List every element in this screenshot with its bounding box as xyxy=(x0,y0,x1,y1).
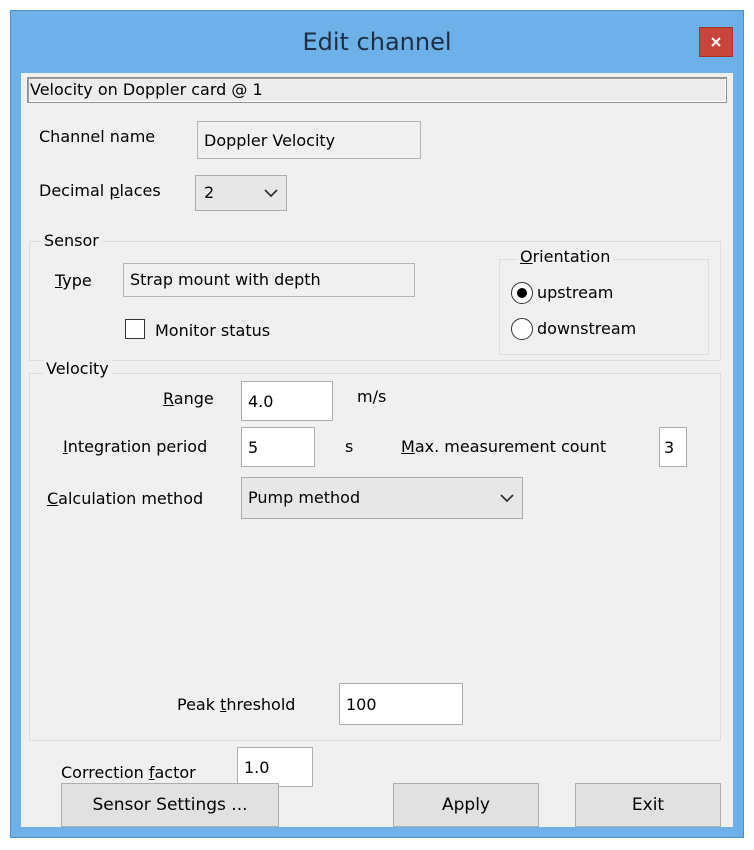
exit-button[interactable]: Exit xyxy=(575,783,721,827)
radio-downstream-label: downstream xyxy=(537,319,637,338)
channel-header: Velocity on Doppler card @ 1 xyxy=(27,77,727,103)
correction-factor-label: Correction factor xyxy=(61,763,196,782)
integration-period-label: Integration period xyxy=(63,437,208,456)
calculation-method-value: Pump method xyxy=(248,488,361,507)
orientation-group xyxy=(499,259,709,355)
range-unit: m/s xyxy=(357,387,387,406)
integration-period-unit: s xyxy=(345,437,354,456)
radio-upstream-label: upstream xyxy=(537,283,614,302)
monitor-status-checkbox[interactable] xyxy=(125,319,145,339)
calculation-method-select[interactable]: Pump method xyxy=(241,477,523,519)
range-label: Range xyxy=(163,389,214,408)
dialog-body: Velocity on Doppler card @ 1 Channel nam… xyxy=(21,73,733,827)
max-measurement-count-label: Max. measurement count xyxy=(401,437,607,456)
peak-threshold-label: Peak threshold xyxy=(177,695,296,714)
chevron-down-icon xyxy=(264,189,278,198)
apply-button[interactable]: Apply xyxy=(393,783,539,827)
max-measurement-count-field[interactable] xyxy=(659,427,687,467)
channel-name-label: Channel name xyxy=(39,127,156,146)
close-icon xyxy=(711,37,721,47)
channel-name-field[interactable] xyxy=(197,121,421,159)
monitor-status-label: Monitor status xyxy=(155,321,271,340)
type-label: Type xyxy=(55,271,92,290)
dialog-window: Edit channel Velocity on Doppler card @ … xyxy=(10,10,744,838)
sensor-type-field: Strap mount with depth xyxy=(123,263,415,297)
radio-upstream[interactable] xyxy=(511,282,533,304)
range-field[interactable] xyxy=(241,381,333,421)
decimal-places-value: 2 xyxy=(204,183,215,202)
decimal-places-label: Decimal places xyxy=(39,181,161,200)
close-button[interactable] xyxy=(699,27,733,57)
orientation-group-title: Orientation xyxy=(517,247,614,266)
chevron-down-icon xyxy=(500,494,514,503)
sensor-settings-button[interactable]: Sensor Settings ... xyxy=(61,783,279,827)
integration-period-field[interactable] xyxy=(241,427,315,467)
radio-downstream[interactable] xyxy=(511,318,533,340)
correction-factor-field[interactable] xyxy=(237,747,313,787)
peak-threshold-field[interactable] xyxy=(339,683,463,725)
sensor-group-title: Sensor xyxy=(41,231,102,250)
velocity-group-title: Velocity xyxy=(43,359,112,378)
calculation-method-label: Calculation method xyxy=(47,489,204,508)
window-title: Edit channel xyxy=(302,28,452,56)
decimal-places-select[interactable]: 2 xyxy=(195,175,287,211)
